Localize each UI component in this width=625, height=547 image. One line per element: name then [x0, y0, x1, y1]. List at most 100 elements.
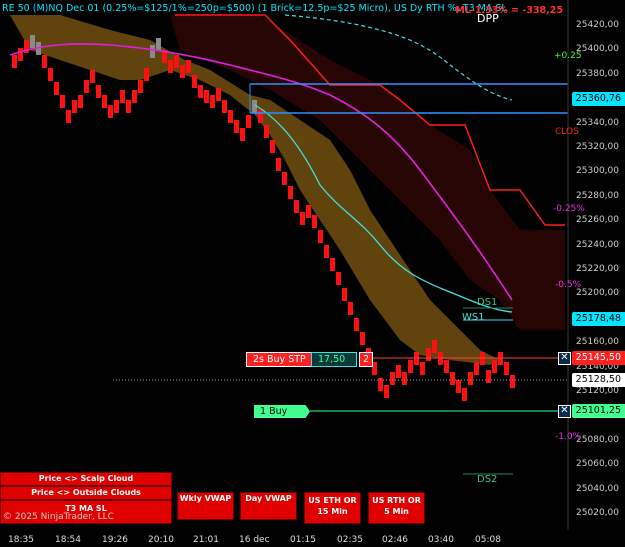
renko-brick [258, 110, 263, 123]
y-tick-label: 25420,00 [576, 20, 619, 30]
renko-brick [462, 388, 467, 401]
scalp-cloud-button[interactable]: Price <> Scalp Cloud [0, 472, 172, 486]
y-tick-label: 25320,00 [576, 142, 619, 152]
renko-brick [114, 100, 119, 113]
renko-brick [96, 85, 101, 98]
price-tag-cyan-ma: 25178,48 [571, 312, 625, 326]
renko-brick [324, 245, 329, 258]
renko-brick [120, 90, 125, 103]
y-tick-label: 25060,00 [576, 459, 619, 470]
x-tick-label: 18:35 [8, 535, 34, 545]
renko-brick [174, 55, 179, 68]
buy-mit-order-label[interactable]: 1 Buy MIT [254, 405, 310, 418]
renko-brick [180, 65, 185, 78]
renko-brick [18, 48, 23, 61]
ds1-label: DS1 [477, 297, 498, 308]
renko-brick [198, 85, 203, 98]
price-tag-buy-stop: 25145,50 [571, 351, 625, 365]
renko-brick [396, 365, 401, 378]
renko-brick [336, 272, 341, 285]
renko-brick [48, 68, 53, 81]
renko-brick [240, 128, 245, 141]
x-tick-label: 18:54 [55, 535, 81, 545]
x-tick-label: 03:40 [428, 535, 454, 545]
x-tick-label: 16 dec [239, 535, 270, 545]
x-tick-label: 02:35 [337, 535, 363, 545]
renko-brick [192, 75, 197, 88]
renko-brick [72, 100, 77, 113]
y-tick-label: 25240,00 [576, 239, 619, 250]
renko-brick [408, 360, 413, 373]
renko-brick [66, 110, 71, 123]
renko-brick [102, 95, 107, 108]
renko-brick [306, 205, 311, 218]
renko-brick [282, 172, 287, 185]
renko-brick [492, 360, 497, 373]
chart-title: RE 50 (M)NQ Dec 01 (0.25%=$125/1%=250p=$… [2, 3, 507, 14]
cancel-stop-icon[interactable]: ✕ [558, 352, 571, 365]
price-tag-last: 25128,50 [571, 373, 625, 387]
dpp-label: DPP [477, 12, 499, 25]
cancel-mit-icon[interactable]: ✕ [558, 405, 571, 418]
renko-brick [204, 90, 209, 103]
renko-brick [234, 120, 239, 133]
y-tick-label: 25280,00 [576, 190, 619, 201]
us-eth-or-button[interactable]: US ETH OR 15 Min [304, 492, 361, 524]
renko-brick [210, 95, 215, 108]
renko-brick [450, 372, 455, 385]
ws1-label: WS1 [462, 312, 485, 323]
renko-brick [294, 200, 299, 213]
renko-brick [504, 362, 509, 375]
renko-brick [54, 82, 59, 95]
price-tag-blue-level: 25360,76 [571, 92, 625, 106]
renko-brick [138, 80, 143, 93]
renko-brick [42, 55, 47, 68]
renko-brick [420, 362, 425, 375]
renko-brick [288, 186, 293, 199]
renko-brick [156, 38, 161, 51]
renko-brick [360, 332, 365, 345]
y-tick-label: 25300,00 [576, 166, 619, 177]
renko-brick [90, 70, 95, 83]
x-tick-label: 20:10 [148, 535, 174, 545]
renko-brick [78, 95, 83, 108]
day-vwap-button[interactable]: Day VWAP [240, 492, 297, 520]
level-minus-1: -1.0% [555, 432, 582, 442]
y-tick-label: 25340,00 [576, 117, 619, 128]
renko-brick [384, 385, 389, 398]
renko-brick [426, 348, 431, 361]
renko-brick [270, 140, 275, 153]
y-tick-label: 25400,00 [576, 44, 619, 55]
x-tick-label: 21:01 [193, 535, 219, 545]
renko-brick [510, 375, 515, 388]
renko-brick [144, 68, 149, 81]
renko-brick [186, 60, 191, 73]
price-chart[interactable] [0, 0, 625, 547]
y-tick-label: 25120,00 [576, 386, 619, 396]
x-tick-label: 01:15 [290, 535, 316, 545]
buy-stop-price[interactable]: 17,50 [311, 352, 357, 367]
us-rth-or-button[interactable]: US RTH OR 5 Min [368, 492, 425, 524]
outside-clouds-button[interactable]: Price <> Outside Clouds [0, 486, 172, 500]
y-tick-label: 25260,00 [576, 215, 619, 226]
renko-brick [444, 360, 449, 373]
renko-brick [216, 88, 221, 101]
y-tick-label: 25020,00 [576, 508, 619, 518]
wkly-vwap-button[interactable]: Wkly VWAP [177, 492, 234, 520]
renko-brick [402, 372, 407, 385]
level-plus-025: +0.25 [554, 51, 582, 61]
y-tick-label: 25160,00 [576, 337, 619, 348]
renko-brick [468, 372, 473, 385]
renko-brick [354, 318, 359, 331]
renko-brick [150, 45, 155, 58]
level-minus-025: -0.25% [553, 204, 585, 214]
renko-brick [474, 362, 479, 375]
buy-stop-quantity[interactable]: 2 [359, 352, 374, 367]
renko-brick [300, 212, 305, 225]
copyright-notice: © 2025 NinjaTrader, LLC [3, 512, 114, 522]
pnl-readout: ML-1.33% = -338,25 [455, 5, 563, 16]
renko-brick [342, 288, 347, 301]
buy-stop-order-label[interactable]: 2s Buy STP [246, 352, 313, 367]
level-minus-05: -0.5% [555, 280, 582, 290]
renko-brick [456, 380, 461, 393]
